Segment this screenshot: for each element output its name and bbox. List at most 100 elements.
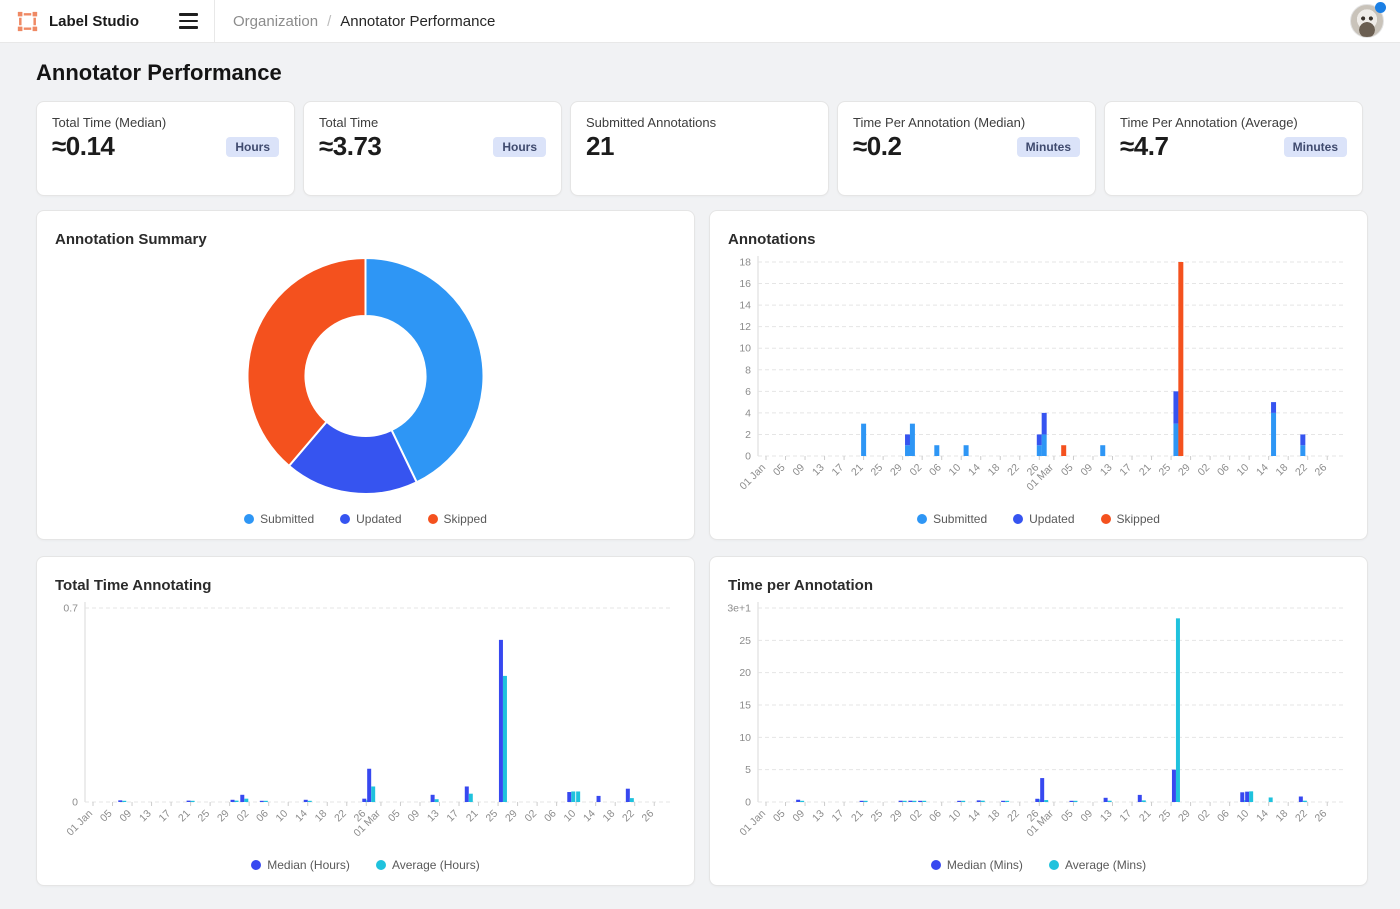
bar-median-31-jan[interactable] <box>908 801 912 802</box>
bar-average-10-apr[interactable] <box>1249 791 1253 802</box>
bar-submitted-26-feb[interactable] <box>1037 445 1042 456</box>
bar-median-29-jan[interactable] <box>899 801 903 802</box>
bar-median-12-mar[interactable] <box>431 795 435 802</box>
bar-average-02-feb[interactable] <box>922 801 926 802</box>
bar-median-10-apr[interactable] <box>1245 792 1249 802</box>
bar-average-10-apr[interactable] <box>576 791 580 802</box>
legend-item-average-hours[interactable]: Average (Hours) <box>376 858 480 872</box>
y-tick-label: 0 <box>745 451 751 463</box>
bar-median-21-apr[interactable] <box>1299 797 1303 802</box>
bar-average-26-mar[interactable] <box>503 676 507 802</box>
bar-updated-30-jan[interactable] <box>905 434 910 445</box>
legend-item-updated[interactable]: Updated <box>340 512 401 526</box>
bar-average-26-mar[interactable] <box>1176 618 1180 802</box>
bar-average-19-mar[interactable] <box>1142 800 1146 802</box>
bar-average-19-feb[interactable] <box>1005 801 1009 802</box>
brand-area[interactable]: Label Studio <box>0 0 215 42</box>
bar-average-07-jan[interactable] <box>122 801 126 802</box>
bar-submitted-11-feb[interactable] <box>964 445 969 456</box>
bar-skipped-03-mar[interactable] <box>1061 445 1066 456</box>
bar-average-14-feb[interactable] <box>981 801 985 802</box>
bar-median-05-feb[interactable] <box>260 801 264 802</box>
bar-median-27-feb[interactable] <box>1040 778 1044 802</box>
bar-submitted-26-mar[interactable] <box>1173 424 1178 456</box>
legend-item-average-mins[interactable]: Average (Mins) <box>1049 858 1146 872</box>
bar-updated-15-apr[interactable] <box>1271 402 1276 413</box>
bar-average-31-jan[interactable] <box>912 801 916 802</box>
legend-item-submitted[interactable]: Submitted <box>917 512 987 526</box>
bar-average-14-apr[interactable] <box>1269 797 1273 802</box>
bar-median-26-feb[interactable] <box>1035 799 1039 802</box>
bar-average-21-apr[interactable] <box>1303 801 1307 802</box>
bar-median-09-apr[interactable] <box>567 792 571 802</box>
bar-submitted-11-mar[interactable] <box>1100 445 1105 456</box>
bar-median-02-feb[interactable] <box>918 801 922 802</box>
bar-submitted-27-feb[interactable] <box>1042 434 1047 456</box>
breadcrumb-organization[interactable]: Organization <box>233 13 318 30</box>
bar-median-21-apr[interactable] <box>626 789 630 802</box>
x-tick-label: 13 <box>425 808 442 825</box>
bar-updated-27-feb[interactable] <box>1042 413 1047 435</box>
bar-median-19-feb[interactable] <box>1001 801 1005 802</box>
bar-median-07-jan[interactable] <box>118 800 122 802</box>
bar-median-19-mar[interactable] <box>465 786 469 802</box>
annotations-bar-chart[interactable]: 02468101214161801 Jan0509131721252902061… <box>724 250 1353 504</box>
annotation-summary-donut-chart[interactable] <box>51 250 680 502</box>
user-avatar[interactable] <box>1350 4 1384 38</box>
bar-median-12-mar[interactable] <box>1104 798 1108 802</box>
bar-submitted-21-apr[interactable] <box>1300 445 1305 456</box>
legend-item-median-hours[interactable]: Median (Hours) <box>251 858 350 872</box>
legend-item-submitted[interactable]: Submitted <box>244 512 314 526</box>
bar-average-29-jan[interactable] <box>903 801 907 802</box>
bar-average-21-jan[interactable] <box>191 801 195 802</box>
bar-average-27-feb[interactable] <box>371 786 375 802</box>
bar-average-30-jan[interactable] <box>235 801 239 802</box>
bar-skipped-27-mar[interactable] <box>1178 262 1183 456</box>
bar-submitted-21-jan[interactable] <box>861 424 866 456</box>
bar-average-27-feb[interactable] <box>1044 800 1048 802</box>
legend-item-skipped[interactable]: Skipped <box>1101 512 1160 526</box>
bar-average-05-mar[interactable] <box>1073 801 1077 802</box>
bar-average-12-mar[interactable] <box>1108 801 1112 802</box>
bar-submitted-05-feb[interactable] <box>934 445 939 456</box>
bar-average-09-apr[interactable] <box>571 791 575 802</box>
bar-average-19-mar[interactable] <box>469 794 473 802</box>
bar-average-01-feb[interactable] <box>244 799 248 802</box>
total-time-annotating-bar-chart[interactable]: 0.7001 Jan050913172125290206101418222601… <box>51 596 680 850</box>
bar-median-10-feb[interactable] <box>957 801 961 802</box>
bar-submitted-31-jan[interactable] <box>910 424 915 456</box>
bar-average-10-feb[interactable] <box>961 801 965 802</box>
bar-updated-26-feb[interactable] <box>1037 434 1042 445</box>
legend-item-updated[interactable]: Updated <box>1013 512 1074 526</box>
bar-median-30-jan[interactable] <box>231 800 235 802</box>
bar-updated-26-mar[interactable] <box>1173 391 1178 423</box>
bar-median-26-mar[interactable] <box>1172 770 1176 802</box>
bar-average-21-jan[interactable] <box>864 801 868 802</box>
legend-item-median-mins[interactable]: Median (Mins) <box>931 858 1023 872</box>
bar-average-05-feb[interactable] <box>264 801 268 802</box>
menu-toggle-button[interactable] <box>177 9 200 33</box>
bar-average-08-jan[interactable] <box>800 801 804 802</box>
bar-median-08-jan[interactable] <box>796 800 800 802</box>
bar-median-27-feb[interactable] <box>367 769 371 802</box>
legend-item-skipped[interactable]: Skipped <box>428 512 487 526</box>
bar-average-14-feb[interactable] <box>308 801 312 802</box>
bar-median-19-mar[interactable] <box>1138 795 1142 802</box>
bar-median-09-apr[interactable] <box>1240 792 1244 802</box>
bar-median-14-feb[interactable] <box>304 800 308 802</box>
bar-median-26-mar[interactable] <box>499 640 503 802</box>
bar-median-21-jan[interactable] <box>187 801 191 802</box>
bar-median-05-mar[interactable] <box>1069 801 1073 802</box>
bar-median-14-feb[interactable] <box>977 800 981 802</box>
bar-updated-21-apr[interactable] <box>1300 434 1305 445</box>
time-per-annotation-bar-chart[interactable]: 3e+1252015105001 Jan05091317212529020610… <box>724 596 1353 850</box>
bar-median-21-jan[interactable] <box>860 801 864 802</box>
bar-average-21-apr[interactable] <box>630 798 634 802</box>
bar-median-01-feb[interactable] <box>240 795 244 802</box>
bar-average-12-mar[interactable] <box>435 799 439 802</box>
y-tick-label: 20 <box>739 667 751 679</box>
bar-median-26-feb[interactable] <box>362 799 366 802</box>
bar-submitted-15-apr[interactable] <box>1271 413 1276 456</box>
bar-median-15-apr[interactable] <box>597 796 601 802</box>
bar-submitted-30-jan[interactable] <box>905 445 910 456</box>
